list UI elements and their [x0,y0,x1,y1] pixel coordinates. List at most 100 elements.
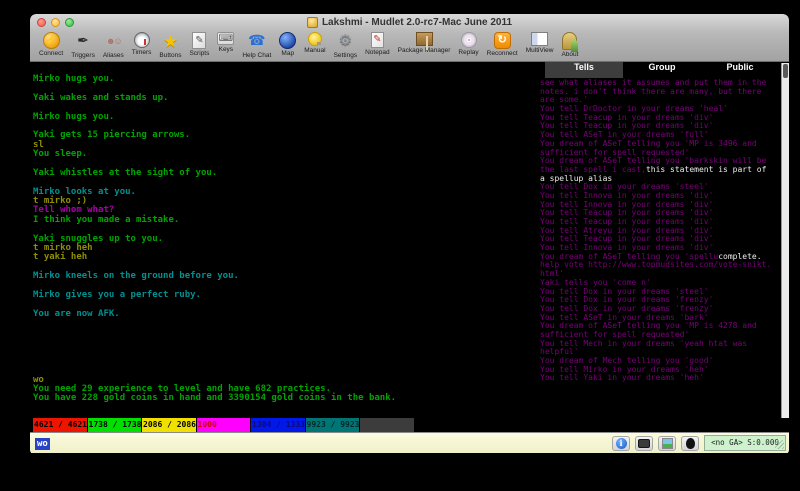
gauge-4: 1000 [197,418,251,432]
console-line: Yaki wakes and stands up. [33,94,537,103]
input-right-cluster: <no GA> S:0.000 [612,435,786,451]
toolbar-button-keys[interactable]: Keys [213,32,238,53]
window-chrome: Lakshmi - Mudlet 2.0-rc7-Mac June 2011 C… [30,14,789,62]
main-console-text[interactable]: Mirko hugs you. Yaki wakes and stands up… [30,62,537,418]
tab-tells[interactable]: Tells [545,62,623,78]
input-image-button[interactable] [658,436,676,451]
connect-icon [43,32,60,49]
toolbar-button-package-manager[interactable]: Package Manager [394,32,455,54]
toolbar-button-settings[interactable]: Settings [330,32,362,59]
toolbar-button-about[interactable]: About [557,32,582,58]
tells-line: You tell Yaki in your dreams 'heh' [540,374,779,383]
tells-segment: You tell Innova in your dreams 'div' [540,191,713,200]
gauge-1: 4621 / 4621 [33,418,87,432]
help-chat-icon [247,32,267,51]
toolbar-button-notepad[interactable]: Notepad [361,32,394,56]
console-line: Yaki snuggles up to you. [33,235,537,244]
tells-segment: a spellup alias [540,174,612,183]
tells-segment: sufficient for spell requested' [540,148,689,157]
toolbar-button-replay[interactable]: Replay [454,32,482,56]
console-line: Mirko looks at you. [33,188,537,197]
toolbar-button-help-chat[interactable]: Help Chat [238,32,275,59]
gauge-5: 1304 / 1333 [251,418,305,432]
scrollbar-thumb[interactable] [783,64,788,78]
tells-segment: You tell Dox in your dreams 'frenzy' [540,304,713,313]
tells-segment: You tell ASeT in your dreams 'full' [540,130,709,139]
timers-icon [134,32,150,48]
toolbar-button-multiview[interactable]: MultiView [522,32,558,54]
console-line: Yaki gets 15 piercing arrows. [33,131,537,140]
info-icon [616,438,627,449]
tells-segment: You tell Innova in your dreams 'div' [540,243,713,252]
tells-segment: Yaki tells you 'come n' [540,278,651,287]
input-selected-text: wo [35,438,50,450]
minimize-button[interactable] [51,18,60,27]
toolbar-button-triggers[interactable]: Triggers [67,32,99,59]
tells-segment: You tell DrDoctor in your dreams 'heal' [540,104,728,113]
toolbar-label-settings: Settings [334,52,358,59]
console-line: Mirko hugs you. [33,113,537,122]
toolbar-label-keys: Keys [219,46,233,53]
toolbar-button-timers[interactable]: Timers [128,32,156,56]
tells-segment: You tell ASeT in your dreams 'bark' [540,313,709,322]
console-line: t yaki heh [33,253,537,262]
toolbar-button-buttons[interactable]: Buttons [155,32,185,59]
scripts-icon [192,32,206,49]
tells-segment: this statement is part of [646,165,766,174]
toolbar-button-manual[interactable]: Manual [300,32,329,54]
tells-tabs: TellsGroupPublic [545,62,789,78]
toolbar-button-connect[interactable]: Connect [35,32,67,57]
console-line [33,338,537,347]
input-bug-button[interactable] [681,436,699,451]
toolbar: Connect Triggers AliasesTimersButtonsScrip… [30,31,789,62]
toolbar-button-reconnect[interactable]: Reconnect [483,32,522,57]
status-badge: <no GA> S:0.000 [704,435,786,451]
image-icon [662,438,673,449]
input-info-button[interactable] [612,436,630,451]
tells-segment: You tell Innova in your dreams 'div' [540,200,713,209]
tab-group[interactable]: Group [623,62,701,78]
input-keyboard-button[interactable] [635,436,653,451]
toolbar-button-map[interactable]: Map [275,32,300,57]
tells-segment: notes. i don't think there are many, but… [540,87,762,96]
close-button[interactable] [37,18,46,27]
content-area: Mirko hugs you. Yaki wakes and stands up… [30,62,789,418]
toolbar-label-package-manager: Package Manager [398,47,451,54]
console-line: sl [33,141,537,150]
window-title: Lakshmi - Mudlet 2.0-rc7-Mac June 2011 [322,17,512,28]
gauge-6: 9923 / 9923 [306,418,360,432]
console-line [33,357,537,366]
toolbar-label-triggers: Triggers [71,52,95,59]
toolbar-button-scripts[interactable]: Scripts [185,32,213,57]
console-line: You have 228 gold coins in hand and 3390… [33,394,537,403]
tab-public[interactable]: Public [701,62,779,78]
titlebar[interactable]: Lakshmi - Mudlet 2.0-rc7-Mac June 2011 [30,14,789,31]
tells-segment: You dream of ASeT telling you 'barkskin … [540,156,766,165]
gauges: 4621 / 46211738 / 17382086 / 20861000130… [33,418,415,432]
tells-scrollbar[interactable] [781,63,789,418]
toolbar-button-aliases[interactable]: Aliases [99,32,128,59]
tells-segment: You tell Yaki in your dreams 'heh' [540,373,704,382]
tells-panel: TellsGroupPublic see what aliases it ass… [537,62,789,418]
keyboard-icon [638,439,650,448]
console-line [33,366,537,375]
tells-segment: You dream of ASeT telling you 'MP is 427… [540,321,757,330]
command-input[interactable]: wo <no GA> S:0.000 [30,432,789,453]
tells-segment: the last spell i cast, [540,165,646,174]
multiview-icon [531,32,548,46]
tells-text[interactable]: see what aliases it assumes and put them… [540,79,779,418]
toolbar-label-reconnect: Reconnect [487,50,518,57]
app-icon [307,17,318,28]
triggers-icon [73,32,93,51]
gauge-3: 2086 / 2086 [142,418,196,432]
reconnect-icon [494,32,511,49]
console-line [33,347,537,356]
console-line [33,319,537,328]
tells-segment: You tell Atreyu in your dreams 'div' [540,226,713,235]
aliases-icon [103,32,123,51]
tells-segment: helpful' [540,347,579,356]
toolbar-label-map: Map [281,50,294,57]
zoom-button[interactable] [65,18,74,27]
map-icon [279,32,296,49]
input-buttons [612,436,699,451]
